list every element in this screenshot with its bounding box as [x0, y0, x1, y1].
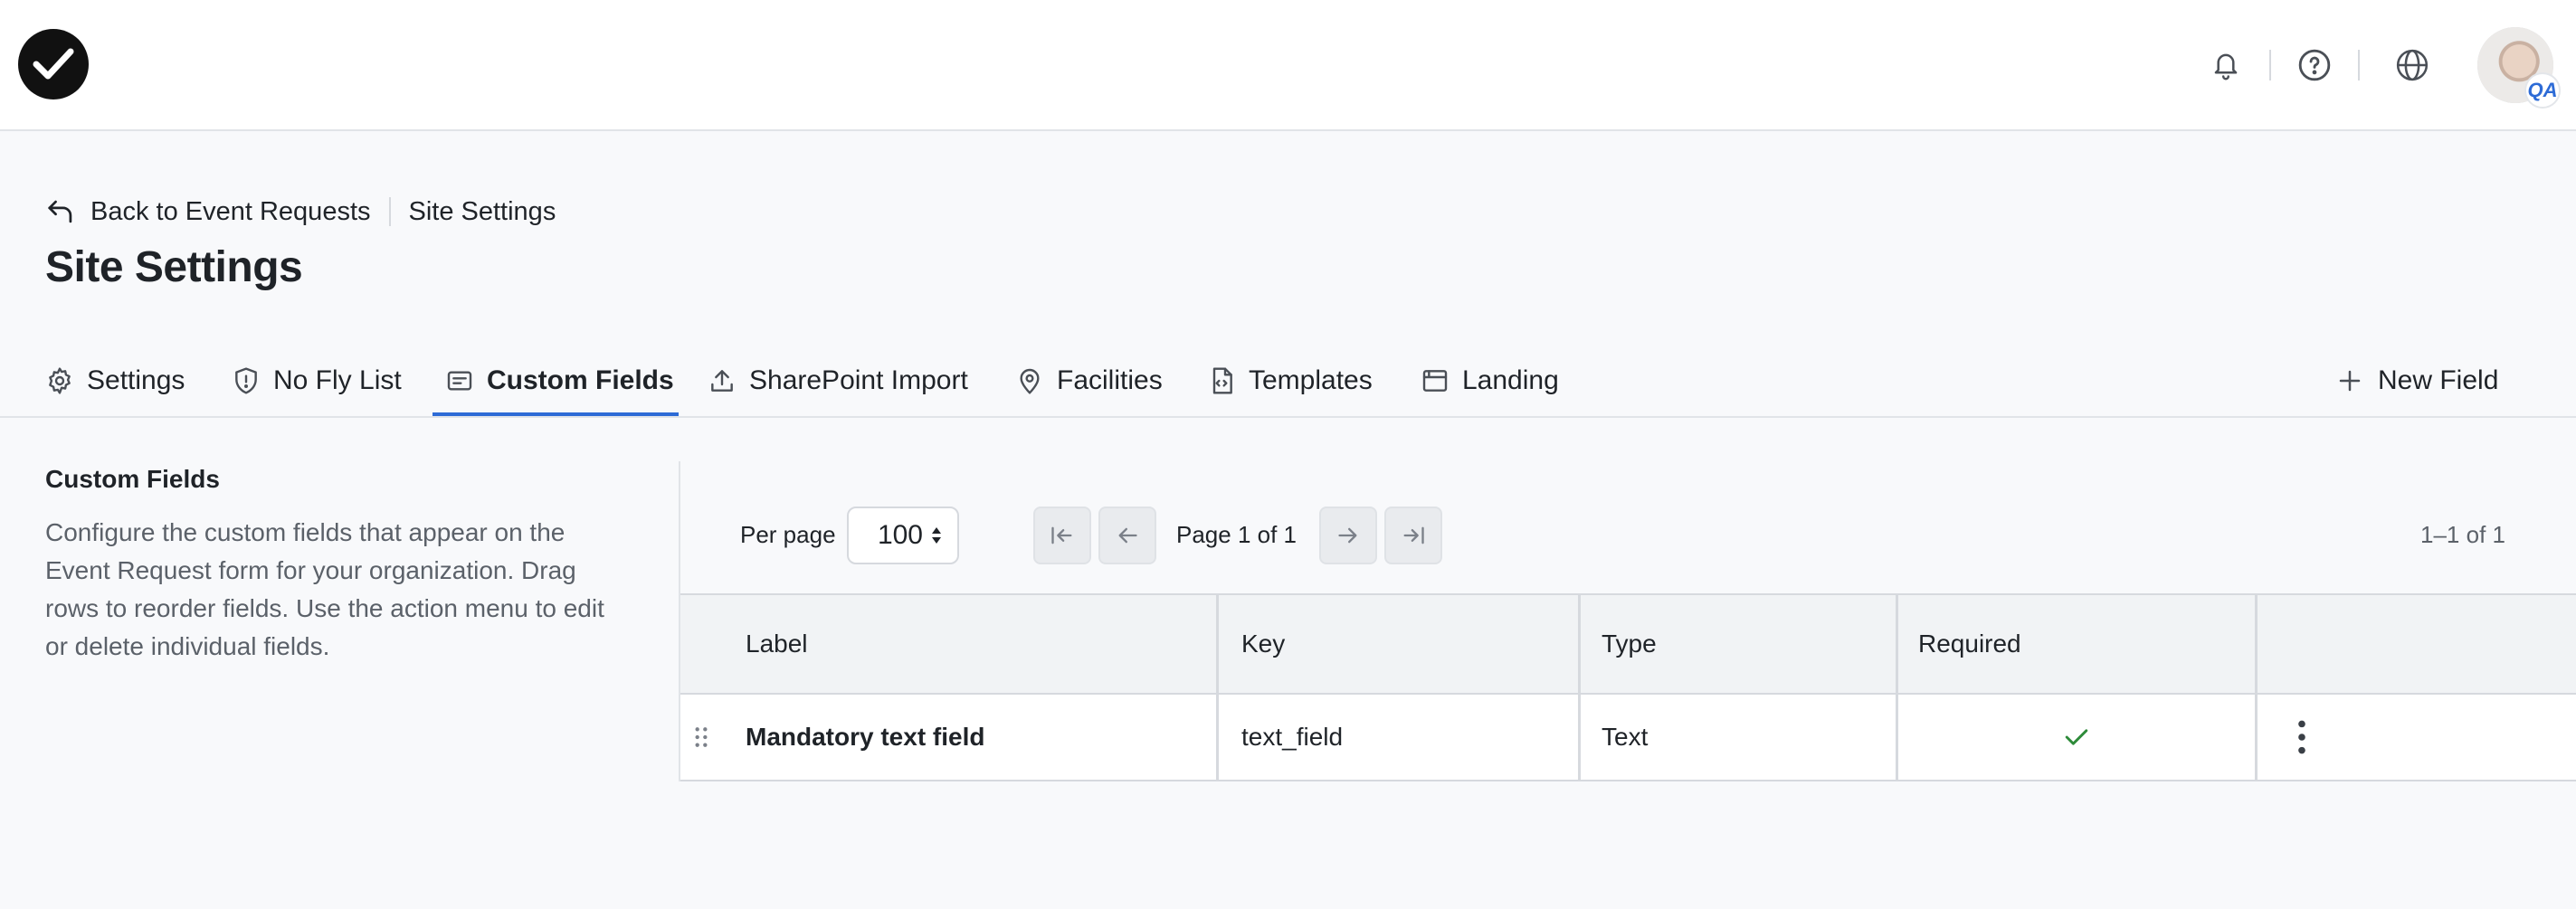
- map-pin-icon: [1020, 368, 1040, 394]
- tab-label: No Fly List: [273, 365, 402, 395]
- back-link[interactable]: Back to Event Requests: [45, 197, 371, 227]
- tab-label: Facilities: [1057, 365, 1163, 395]
- per-page-value: 100: [877, 520, 923, 550]
- tab-label: Landing: [1462, 365, 1559, 395]
- tab-no-fly-list[interactable]: No Fly List: [232, 344, 402, 418]
- tab-settings[interactable]: Settings: [45, 344, 185, 418]
- globe-icon[interactable]: [2392, 45, 2432, 85]
- gear-icon: [49, 367, 71, 394]
- column-header-label[interactable]: Label: [746, 595, 808, 693]
- divider: [2269, 50, 2271, 80]
- tab-label: Templates: [1249, 365, 1373, 395]
- help-icon[interactable]: [2295, 45, 2334, 85]
- tab-templates[interactable]: Templates: [1207, 344, 1373, 418]
- cell-type: Text: [1602, 723, 1649, 751]
- sort-updown-icon: [932, 527, 941, 544]
- section-title: Custom Fields: [45, 465, 220, 493]
- row-actions-menu-icon[interactable]: [2296, 695, 2307, 780]
- column-divider: [1216, 595, 1219, 693]
- first-page-button[interactable]: [1033, 507, 1091, 564]
- browser-window-icon: [1422, 370, 1448, 392]
- tab-label: Custom Fields: [487, 365, 674, 395]
- tab-landing[interactable]: Landing: [1421, 344, 1559, 418]
- column-divider: [1896, 695, 1898, 780]
- section-description: Configure the custom fields that appear …: [45, 518, 604, 660]
- form-icon: [447, 371, 472, 391]
- column-header-required[interactable]: Required: [1918, 595, 2021, 693]
- arrow-left-icon: [1118, 527, 1137, 544]
- last-page-icon: [1403, 526, 1424, 544]
- plus-icon: [2339, 370, 2361, 392]
- breadcrumb-separator: [388, 197, 391, 226]
- tab-facilities[interactable]: Facilities: [1015, 344, 1163, 418]
- table-header: Label Key Type Required: [680, 595, 2576, 695]
- custom-fields-table: Label Key Type Required Mandatory text f…: [680, 593, 2576, 781]
- page-title: Site Settings: [45, 243, 303, 291]
- divider: [2358, 50, 2360, 80]
- range-info: 1–1 of 1: [2420, 521, 2505, 548]
- column-divider: [2255, 695, 2258, 780]
- back-link-label[interactable]: Back to Event Requests: [90, 197, 371, 227]
- column-divider: [2255, 595, 2258, 693]
- table-row[interactable]: Mandatory text field text_field Text: [680, 695, 2576, 781]
- last-page-button[interactable]: [1384, 507, 1442, 564]
- upload-icon: [711, 370, 733, 392]
- column-header-type[interactable]: Type: [1602, 595, 1657, 693]
- new-field-label: New Field: [2378, 365, 2499, 395]
- custom-fields-panel: Per page 100 Page 1 of 1 1–1 of 1 Label …: [679, 461, 2576, 781]
- per-page-select[interactable]: 100: [847, 507, 959, 564]
- column-header-key[interactable]: Key: [1241, 595, 1285, 693]
- checkmark-logo-icon[interactable]: [18, 29, 89, 99]
- column-divider: [1216, 695, 1219, 780]
- required-check-icon: [2063, 695, 2090, 780]
- tab-label: SharePoint Import: [749, 365, 968, 395]
- page-info: Page 1 of 1: [1176, 521, 1297, 548]
- grip-dots: [695, 727, 708, 747]
- per-page-label: Per page: [740, 521, 836, 548]
- next-page-button[interactable]: [1319, 507, 1377, 564]
- column-divider: [1896, 595, 1898, 693]
- tab-sharepoint-import[interactable]: SharePoint Import: [708, 344, 968, 418]
- back-arrow-icon: [48, 200, 72, 223]
- shield-alert-icon: [235, 367, 257, 394]
- arrow-right-icon: [1338, 527, 1357, 544]
- bell-icon[interactable]: [2206, 45, 2246, 85]
- cell-key: text_field: [1241, 723, 1344, 751]
- tab-bar: Settings No Fly List Custom Fields Share…: [0, 344, 2576, 418]
- code-file-icon: [1212, 367, 1232, 394]
- pagination-bar: Per page 100 Page 1 of 1 1–1 of 1: [680, 461, 2576, 593]
- first-page-icon: [1051, 526, 1072, 544]
- kebab-dots: [2298, 720, 2305, 754]
- tab-custom-fields[interactable]: Custom Fields: [445, 344, 674, 418]
- previous-page-button[interactable]: [1098, 507, 1156, 564]
- breadcrumb-current: Site Settings: [408, 196, 556, 226]
- cell-label: Mandatory text field: [746, 723, 985, 751]
- active-tab-indicator: [433, 412, 679, 416]
- avatar[interactable]: QA: [2477, 27, 2561, 109]
- new-field-button[interactable]: New Field: [2336, 344, 2498, 418]
- column-divider: [1578, 695, 1581, 780]
- tab-label: Settings: [87, 365, 185, 395]
- drag-handle-icon[interactable]: [693, 695, 709, 780]
- top-bar: QA: [0, 0, 2576, 131]
- column-divider: [1578, 595, 1581, 693]
- breadcrumb: Back to Event Requests Site Settings: [45, 194, 556, 230]
- avatar-badge: QA: [2524, 72, 2561, 109]
